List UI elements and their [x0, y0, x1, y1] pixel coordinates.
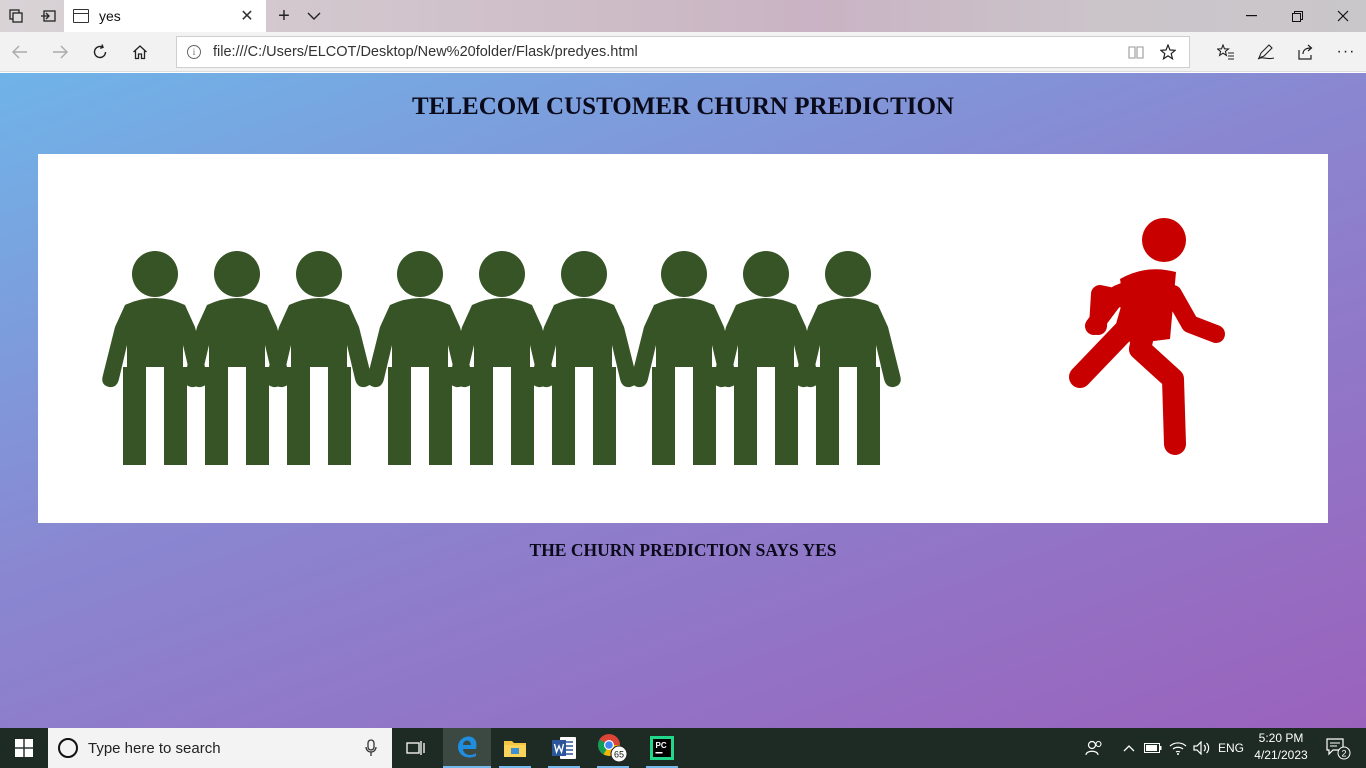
- chevron-up-icon[interactable]: [1118, 728, 1140, 768]
- microphone-icon[interactable]: [362, 738, 380, 758]
- chrome-icon[interactable]: 65: [589, 728, 637, 768]
- favorites-icon[interactable]: [1210, 36, 1242, 68]
- pycharm-icon[interactable]: PC: [638, 728, 686, 768]
- forward-arrow-icon[interactable]: [44, 36, 76, 68]
- navigation-bar: i file:///C:/Users/ELCOT/Desktop/New%20f…: [0, 32, 1366, 72]
- tab-active[interactable]: yes ✕: [64, 0, 266, 32]
- pen-notes-icon[interactable]: [1250, 36, 1282, 68]
- new-tab-icon[interactable]: +: [268, 0, 300, 32]
- customer-figure-icon: [795, 251, 901, 465]
- chevron-down-icon[interactable]: [298, 0, 330, 32]
- customer-figure-icon: [531, 251, 637, 465]
- page-icon: [73, 9, 89, 23]
- home-icon[interactable]: [124, 36, 156, 68]
- page-content: TELECOM CUSTOMER CHURN PREDICTION THE CH…: [0, 73, 1366, 728]
- churn-illustration-svg: [102, 218, 1225, 465]
- tab-actions-icon[interactable]: [0, 0, 32, 32]
- customer-figure-icon: [266, 251, 372, 465]
- favorite-star-icon[interactable]: [1153, 37, 1183, 67]
- more-options-icon[interactable]: ···: [1330, 36, 1362, 68]
- language-indicator[interactable]: ENG: [1214, 728, 1248, 768]
- taskbar: Type here to search 65 PC ENG 5:20 PM 4/…: [0, 728, 1366, 768]
- close-window-icon[interactable]: [1320, 0, 1366, 32]
- volume-icon[interactable]: [1190, 728, 1214, 768]
- tab-title: yes: [99, 8, 121, 24]
- edge-browser-icon[interactable]: [443, 728, 491, 768]
- system-clock[interactable]: 5:20 PM 4/21/2023: [1252, 730, 1310, 764]
- start-button[interactable]: [0, 728, 48, 768]
- word-icon[interactable]: [540, 728, 588, 768]
- task-view-icon[interactable]: [392, 728, 440, 768]
- battery-icon[interactable]: [1142, 728, 1164, 768]
- cortana-icon: [58, 738, 78, 758]
- file-explorer-icon[interactable]: [491, 728, 539, 768]
- people-icon[interactable]: [1078, 728, 1110, 768]
- leaving-customer-icon: [1069, 218, 1225, 455]
- clock-time: 5:20 PM: [1258, 731, 1304, 745]
- wifi-icon[interactable]: [1166, 728, 1190, 768]
- refresh-icon[interactable]: [84, 36, 116, 68]
- info-icon[interactable]: i: [187, 45, 201, 59]
- address-input[interactable]: file:///C:/Users/ELCOT/Desktop/New%20fol…: [213, 44, 638, 60]
- notification-count: 2: [1341, 749, 1346, 759]
- action-center-icon[interactable]: 2: [1316, 728, 1360, 768]
- taskbar-search-box[interactable]: Type here to search: [48, 728, 392, 768]
- chrome-badge-count: 65: [614, 750, 624, 760]
- clock-date: 4/21/2023: [1254, 748, 1308, 762]
- churn-illustration: [38, 154, 1328, 523]
- tab-bar: yes ✕ +: [0, 0, 1366, 32]
- search-placeholder: Type here to search: [88, 739, 221, 757]
- close-tab-icon[interactable]: ✕: [238, 7, 256, 25]
- reading-view-icon[interactable]: [1121, 37, 1151, 67]
- back-arrow-icon[interactable]: [4, 36, 36, 68]
- prediction-result: THE CHURN PREDICTION SAYS YES: [529, 540, 837, 560]
- restore-icon[interactable]: [1274, 0, 1320, 32]
- customer-group: [102, 251, 901, 465]
- windows-logo-icon: [15, 739, 33, 757]
- minimize-icon[interactable]: [1228, 0, 1274, 32]
- page-title: TELECOM CUSTOMER CHURN PREDICTION: [412, 93, 954, 120]
- address-bar[interactable]: i file:///C:/Users/ELCOT/Desktop/New%20f…: [176, 36, 1190, 68]
- set-tabs-aside-icon[interactable]: [32, 0, 64, 32]
- svg-text:PC: PC: [656, 741, 667, 750]
- share-icon[interactable]: [1290, 36, 1322, 68]
